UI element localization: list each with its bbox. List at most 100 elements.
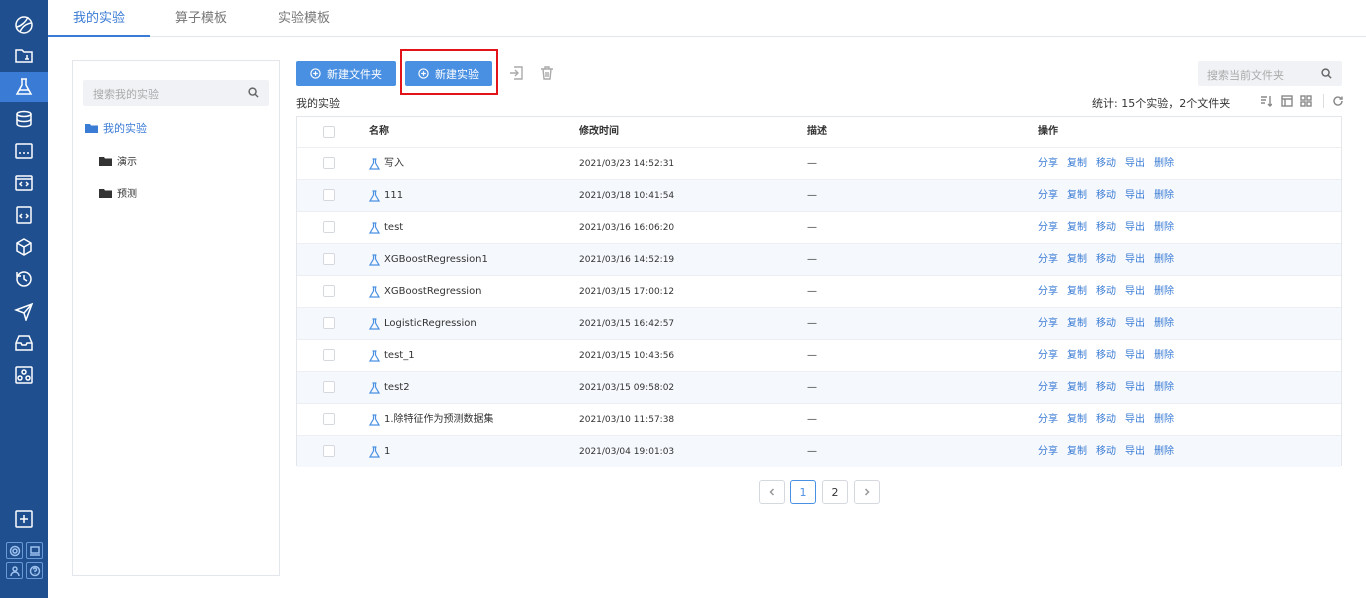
history-icon[interactable]: [0, 264, 48, 294]
action-link[interactable]: 移动: [1096, 382, 1116, 393]
row-checkbox[interactable]: [323, 349, 335, 361]
select-all-checkbox[interactable]: [323, 126, 335, 138]
sql-icon[interactable]: [0, 136, 48, 166]
action-link[interactable]: 删除: [1154, 382, 1174, 393]
action-link[interactable]: 分享: [1038, 318, 1058, 329]
tab-operator-templates[interactable]: 算子模板: [150, 0, 252, 37]
action-link[interactable]: 移动: [1096, 446, 1116, 457]
action-link[interactable]: 复制: [1067, 254, 1087, 265]
action-link[interactable]: 复制: [1067, 382, 1087, 393]
action-link[interactable]: 删除: [1154, 350, 1174, 361]
tab-experiment-templates[interactable]: 实验模板: [252, 0, 356, 37]
next-page-button[interactable]: [854, 480, 880, 504]
action-link[interactable]: 移动: [1096, 318, 1116, 329]
experiment-name-link[interactable]: 写入: [369, 148, 404, 180]
action-link[interactable]: 删除: [1154, 414, 1174, 425]
model-cube-icon[interactable]: [0, 232, 48, 262]
table-row[interactable]: 111 2021/03/18 10:41:54 — 分享 复制 移动 导出 删除: [297, 179, 1341, 211]
action-link[interactable]: 导出: [1125, 382, 1145, 393]
experiment-name-link[interactable]: 111: [369, 180, 403, 212]
list-view-icon[interactable]: [1281, 95, 1293, 107]
row-checkbox[interactable]: [323, 381, 335, 393]
action-link[interactable]: 移动: [1096, 414, 1116, 425]
action-link[interactable]: 复制: [1067, 318, 1087, 329]
action-link[interactable]: 分享: [1038, 286, 1058, 297]
action-link[interactable]: 删除: [1154, 158, 1174, 169]
action-link[interactable]: 导出: [1125, 350, 1145, 361]
action-link[interactable]: 分享: [1038, 190, 1058, 201]
action-link[interactable]: 导出: [1125, 446, 1145, 457]
action-link[interactable]: 移动: [1096, 286, 1116, 297]
row-checkbox[interactable]: [323, 157, 335, 169]
trash-icon[interactable]: [539, 65, 555, 81]
table-row[interactable]: test_1 2021/03/15 10:43:56 — 分享 复制 移动 导出 删除: [297, 339, 1341, 371]
table-row[interactable]: XGBoostRegression1 2021/03/16 14:52:19 — 分享…: [297, 243, 1341, 275]
action-link[interactable]: 移动: [1096, 254, 1116, 265]
table-row[interactable]: XGBoostRegression 2021/03/15 17:00:12 — 分享复…: [297, 275, 1341, 307]
page-2-button[interactable]: 2: [822, 480, 848, 504]
tree-item-predict[interactable]: 预测: [99, 185, 137, 200]
settings-icon[interactable]: [6, 542, 23, 559]
database-icon[interactable]: [0, 104, 48, 134]
action-link[interactable]: 导出: [1125, 286, 1145, 297]
action-link[interactable]: 删除: [1154, 190, 1174, 201]
action-link[interactable]: 删除: [1154, 318, 1174, 329]
table-row[interactable]: 写入 2021/03/23 14:52:31 — 分享 复制 移动 导出 删除: [297, 147, 1341, 179]
tree-root-my-experiments[interactable]: 我的实验: [85, 120, 147, 136]
tree-item-demo[interactable]: 演示: [99, 153, 137, 168]
row-checkbox[interactable]: [323, 189, 335, 201]
action-link[interactable]: 复制: [1067, 158, 1087, 169]
action-link[interactable]: 导出: [1125, 158, 1145, 169]
experiment-name-link[interactable]: test2: [369, 372, 410, 404]
action-link[interactable]: 分享: [1038, 350, 1058, 361]
action-link[interactable]: 移动: [1096, 158, 1116, 169]
tree-search-input[interactable]: 搜索我的实验: [83, 80, 269, 106]
experiment-name-link[interactable]: XGBoostRegression1: [369, 244, 488, 276]
grid-view-icon[interactable]: [1300, 95, 1312, 107]
action-link[interactable]: 移动: [1096, 222, 1116, 233]
experiment-name-link[interactable]: 1: [369, 436, 390, 468]
action-link[interactable]: 分享: [1038, 222, 1058, 233]
tab-my-experiments[interactable]: 我的实验: [48, 0, 150, 37]
action-link[interactable]: 移动: [1096, 190, 1116, 201]
action-link[interactable]: 复制: [1067, 222, 1087, 233]
code-icon[interactable]: [0, 168, 48, 198]
import-icon[interactable]: [508, 65, 524, 81]
action-link[interactable]: 复制: [1067, 414, 1087, 425]
cluster-icon[interactable]: [0, 360, 48, 390]
action-link[interactable]: 复制: [1067, 286, 1087, 297]
action-link[interactable]: 复制: [1067, 350, 1087, 361]
table-row[interactable]: 1.除特征作为预测数据集 2021/03/10 11:57:38 — 分享 复制 移动 导出…: [297, 403, 1341, 435]
folder-search-input[interactable]: 搜索当前文件夹: [1198, 61, 1342, 86]
table-row[interactable]: LogisticRegression 2021/03/15 16:42:57 — 分享…: [297, 307, 1341, 339]
action-link[interactable]: 分享: [1038, 414, 1058, 425]
action-link[interactable]: 导出: [1125, 190, 1145, 201]
monitor-icon[interactable]: [26, 542, 43, 559]
action-link[interactable]: 删除: [1154, 222, 1174, 233]
experiment-name-link[interactable]: LogisticRegression: [369, 308, 477, 340]
action-link[interactable]: 复制: [1067, 190, 1087, 201]
action-link[interactable]: 移动: [1096, 350, 1116, 361]
new-folder-button[interactable]: 新建文件夹: [296, 61, 396, 86]
action-link[interactable]: 导出: [1125, 222, 1145, 233]
add-icon[interactable]: [0, 504, 48, 534]
experiment-name-link[interactable]: XGBoostRegression: [369, 276, 482, 308]
row-checkbox[interactable]: [323, 253, 335, 265]
user-icon[interactable]: [6, 562, 23, 579]
action-link[interactable]: 导出: [1125, 318, 1145, 329]
experiment-name-link[interactable]: test_1: [369, 340, 415, 372]
row-checkbox[interactable]: [323, 413, 335, 425]
table-row[interactable]: test2 2021/03/15 09:58:02 — 分享 复制 移动 导出 删除: [297, 371, 1341, 403]
action-link[interactable]: 分享: [1038, 382, 1058, 393]
folder-data-icon[interactable]: [0, 40, 48, 70]
inbox-icon[interactable]: [0, 328, 48, 358]
action-link[interactable]: 导出: [1125, 414, 1145, 425]
row-checkbox[interactable]: [323, 285, 335, 297]
action-link[interactable]: 导出: [1125, 254, 1145, 265]
action-link[interactable]: 分享: [1038, 158, 1058, 169]
refresh-icon[interactable]: [1332, 95, 1344, 107]
notebook-icon[interactable]: [0, 200, 48, 230]
action-link[interactable]: 分享: [1038, 446, 1058, 457]
action-link[interactable]: 删除: [1154, 286, 1174, 297]
experiment-name-link[interactable]: test: [369, 212, 403, 244]
